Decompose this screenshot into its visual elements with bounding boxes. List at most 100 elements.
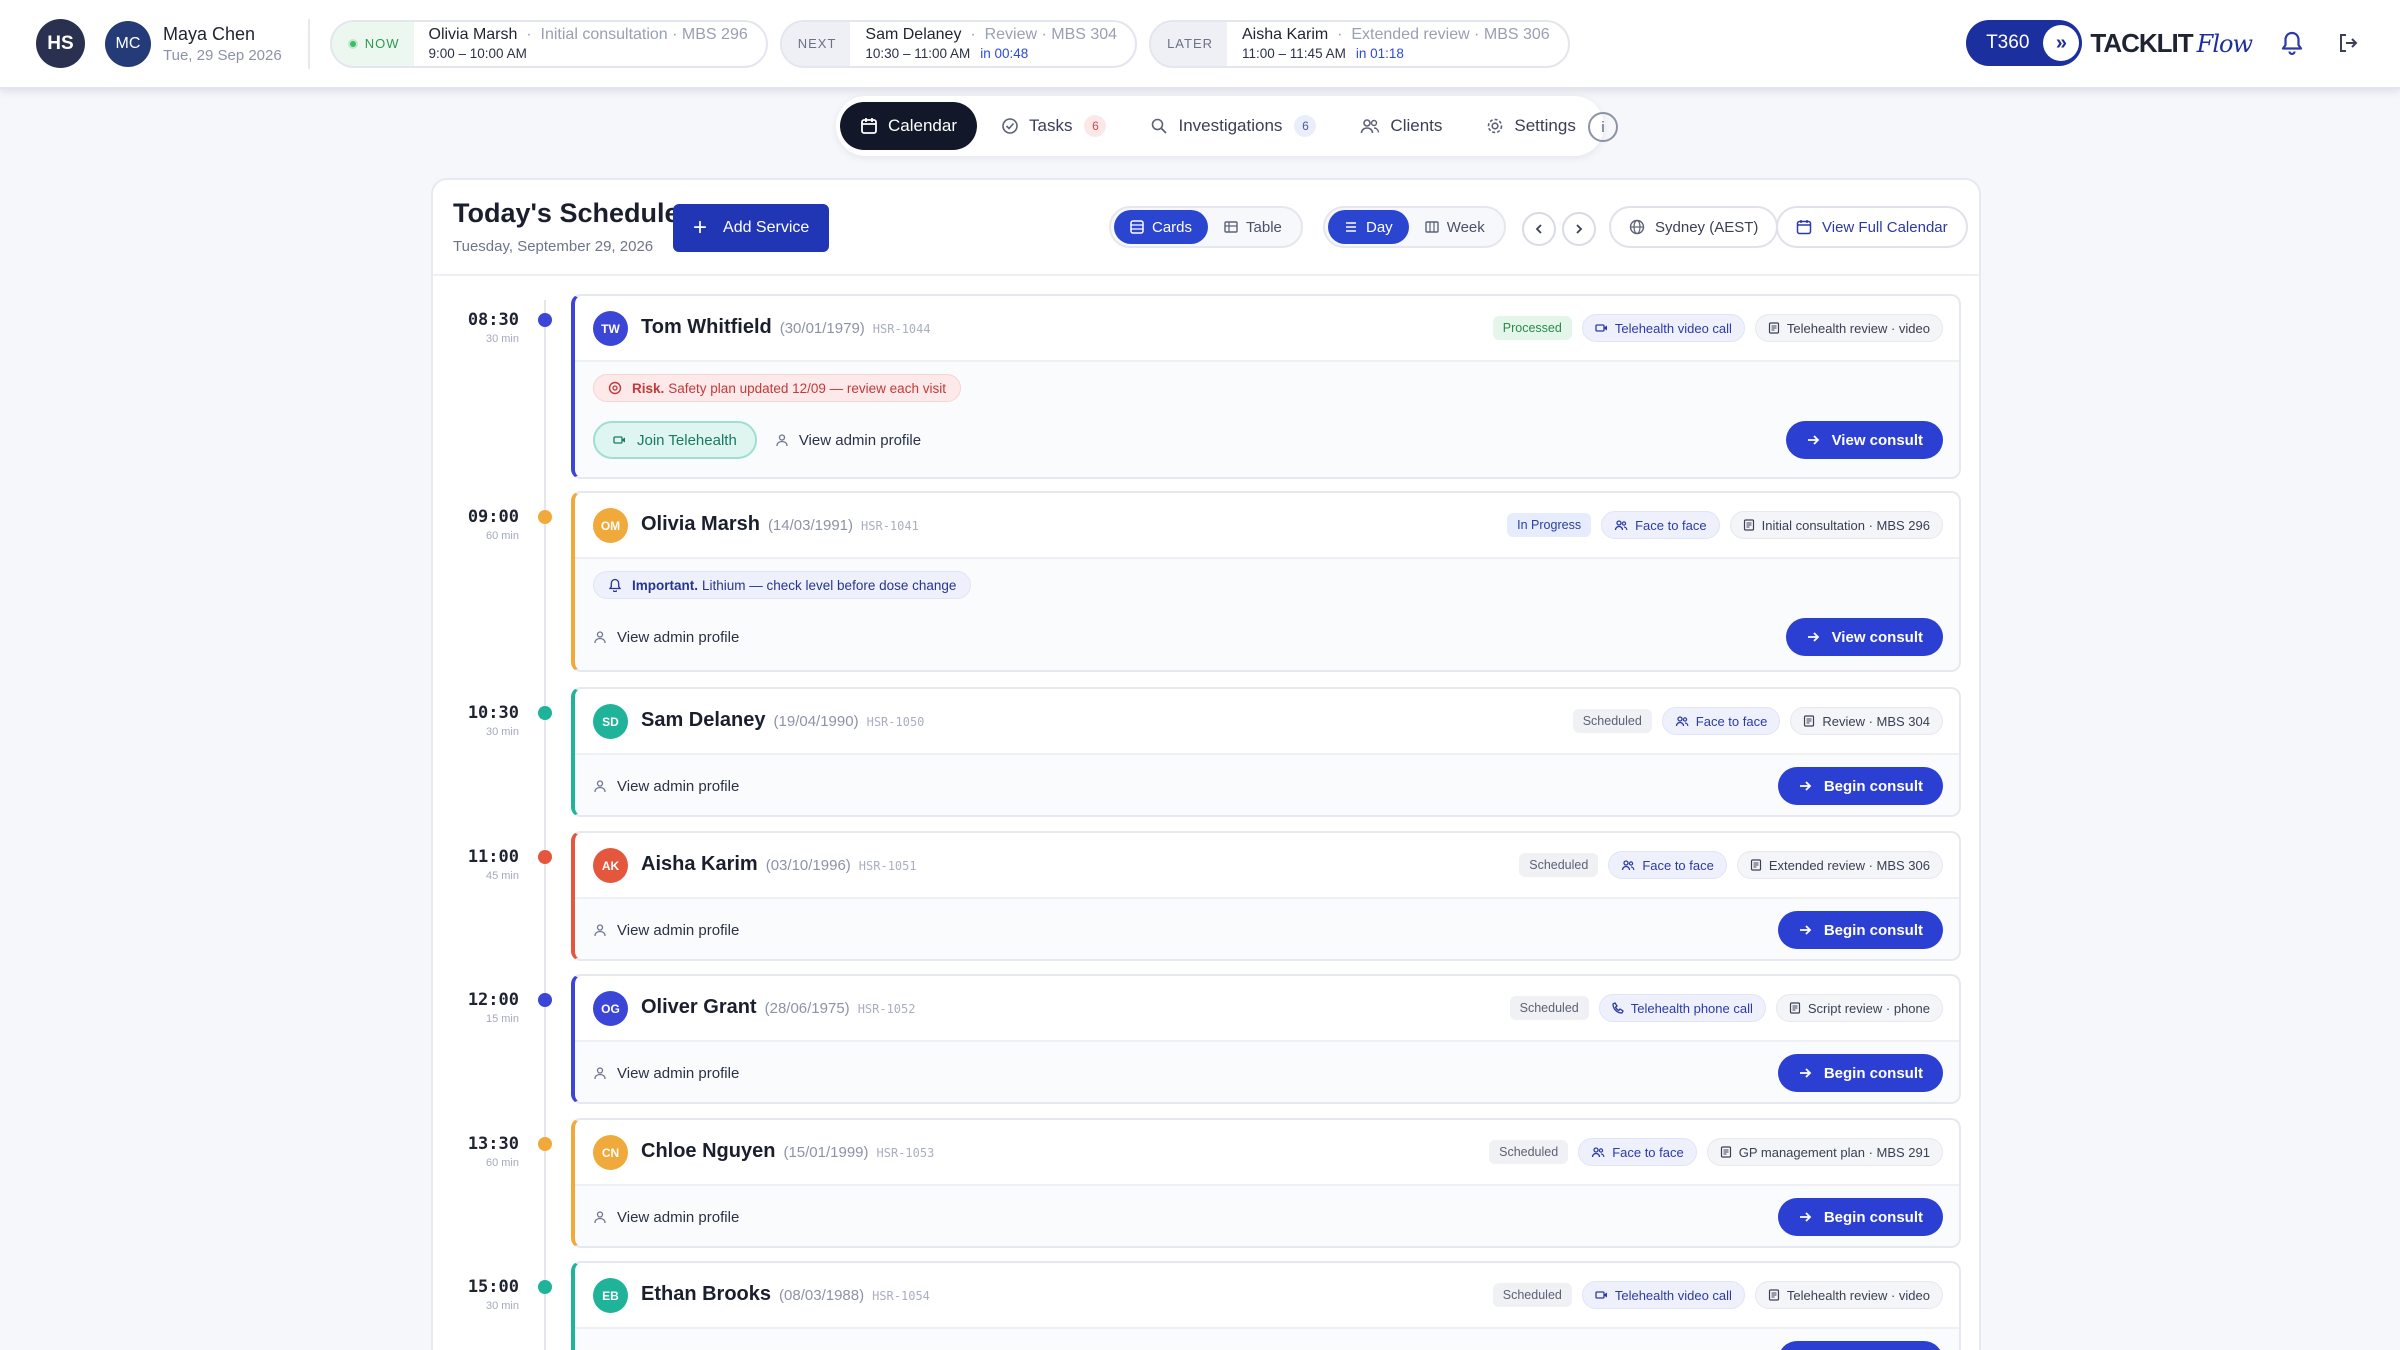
now-appointment-pill[interactable]: NOW Olivia Marsh · Initial consultation … — [329, 19, 768, 68]
add-service-button[interactable]: + Add Service — [673, 204, 830, 252]
range-toggle: Day Week — [1323, 206, 1506, 248]
mode-chip: Face to face — [1601, 511, 1720, 539]
tab-investigations[interactable]: Investigations 6 — [1130, 102, 1336, 150]
bell-icon — [608, 578, 622, 592]
view-consult-button[interactable]: View consult — [1785, 421, 1943, 459]
range-day-button[interactable]: Day — [1328, 210, 1409, 244]
calendar-icon — [1796, 220, 1812, 235]
next-name: Sam Delaney — [865, 25, 962, 43]
document-icon — [1720, 1146, 1731, 1158]
appointment-card[interactable]: OM Olivia Marsh (14/03/1991) HSR-1041 In Pro… — [571, 491, 1961, 672]
now-service: Initial consultation · MBS 296 — [540, 25, 748, 43]
logout-icon[interactable] — [2332, 27, 2364, 59]
card-header: TW Tom Whitfield (30/01/1979) HSR-1044 Proce… — [575, 296, 1959, 362]
document-icon — [1768, 322, 1780, 334]
slot-duration: 60 min — [485, 530, 519, 542]
people-icon — [1675, 716, 1689, 727]
begin-consult-button[interactable]: Begin consult — [1777, 1198, 1943, 1236]
view-admin-profile-link[interactable]: View admin profile — [593, 1209, 739, 1226]
t360-switch[interactable]: T360 » — [1966, 20, 2083, 66]
tab-investigations-label: Investigations — [1178, 116, 1283, 135]
calendar-icon — [861, 118, 877, 134]
client-avatar: OM — [593, 508, 628, 543]
begin-consult-button[interactable]: Begin consult — [1777, 767, 1943, 805]
slot-start: 10:30 — [467, 703, 519, 723]
appointment-card[interactable]: EB Ethan Brooks (08/03/1988) HSR-1054 Schedu… — [571, 1261, 1961, 1350]
status-badge: Scheduled — [1492, 1283, 1572, 1307]
video-icon — [1595, 1291, 1607, 1299]
appointment-card[interactable]: AK Aisha Karim (03/10/1996) HSR-1051 Schedul… — [571, 831, 1961, 961]
view-admin-profile-link[interactable]: View admin profile — [593, 1065, 739, 1082]
tab-clients[interactable]: Clients — [1340, 102, 1462, 150]
service-type-chip: Review · MBS 304 — [1790, 707, 1943, 735]
schedule-panel: Today's Schedule Tuesday, September 29, … — [431, 178, 1981, 1350]
view-admin-profile-link[interactable]: View admin profile — [593, 778, 739, 795]
slot-start: 08:30 — [467, 310, 519, 330]
appointment-card[interactable]: OG Oliver Grant (28/06/1975) HSR-1052 Schedu… — [571, 974, 1961, 1104]
card-actions: Join Telehealth View admin profile View co… — [593, 420, 1943, 460]
slot-start: 11:00 — [467, 847, 519, 867]
slot-start: 13:30 — [467, 1134, 519, 1154]
timeline-dot — [538, 706, 552, 720]
card-header: AK Aisha Karim (03/10/1996) HSR-1051 Schedul… — [575, 833, 1959, 899]
client-name[interactable]: Aisha Karim — [641, 853, 758, 875]
cards-icon — [1130, 220, 1144, 234]
client-name[interactable]: Olivia Marsh — [641, 513, 760, 535]
video-icon — [1595, 324, 1607, 332]
user-icon — [594, 1211, 606, 1224]
card-body: Risk. Safety plan updated 12/09 — review … — [575, 362, 1959, 477]
practice-avatar[interactable]: HS — [36, 19, 85, 68]
next-service: Review · MBS 304 — [984, 25, 1118, 43]
view-admin-profile-link[interactable]: View admin profile — [593, 629, 739, 646]
user-avatar[interactable]: MC — [105, 20, 151, 67]
client-hsr: HSR-1052 — [857, 1002, 916, 1016]
appointment-card[interactable]: CN Chloe Nguyen (15/01/1999) HSR-1053 Schedu… — [571, 1118, 1961, 1248]
tab-calendar[interactable]: Calendar — [840, 102, 977, 150]
begin-consult-button[interactable]: Begin consult — [1777, 911, 1943, 949]
view-consult-button[interactable]: View consult — [1785, 618, 1943, 656]
client-name[interactable]: Sam Delaney — [641, 709, 766, 731]
client-avatar: CN — [593, 1135, 628, 1170]
client-name[interactable]: Ethan Brooks — [641, 1283, 771, 1305]
appointment-card[interactable]: SD Sam Delaney (19/04/1990) HSR-1050 Schedul… — [571, 687, 1961, 817]
tab-tasks[interactable]: Tasks 6 — [981, 102, 1126, 150]
card-header: SD Sam Delaney (19/04/1990) HSR-1050 Schedul… — [575, 689, 1959, 755]
info-icon[interactable]: i — [1588, 112, 1618, 142]
begin-consult-button[interactable]: Begin consult — [1777, 1341, 1943, 1350]
client-dob: (28/06/1975) — [764, 1000, 850, 1017]
client-name[interactable]: Tom Whitfield — [641, 316, 772, 338]
next-day-button[interactable] — [1562, 212, 1596, 246]
card-body: View admin profile Begin consult — [575, 755, 1959, 815]
later-appointment-pill[interactable]: LATER Aisha Karim · Extended review · MB… — [1149, 19, 1570, 68]
begin-consult-button[interactable]: Begin consult — [1777, 1054, 1943, 1092]
columns-icon — [1424, 221, 1439, 233]
tab-tasks-label: Tasks — [1029, 116, 1073, 135]
view-admin-profile-link[interactable]: View admin profile — [775, 432, 921, 449]
arrow-right-icon — [1799, 1068, 1812, 1078]
client-hsr: HSR-1050 — [866, 715, 925, 729]
next-appointment-pill[interactable]: NEXT Sam Delaney · Review · MBS 304 10:3… — [779, 19, 1138, 68]
client-name[interactable]: Oliver Grant — [641, 996, 757, 1018]
view-full-calendar-button[interactable]: View Full Calendar — [1776, 206, 1968, 248]
client-dob: (08/03/1988) — [779, 1287, 865, 1304]
view-cards-button[interactable]: Cards — [1114, 210, 1209, 244]
slot-time: 09:00 60 min — [453, 507, 519, 542]
client-name[interactable]: Chloe Nguyen — [641, 1140, 775, 1162]
client-dob: (03/10/1996) — [765, 857, 851, 874]
client-dob: (14/03/1991) — [767, 517, 854, 534]
status-badge: In Progress — [1507, 513, 1592, 537]
view-admin-profile-link[interactable]: View admin profile — [593, 922, 739, 939]
view-table-button[interactable]: Table — [1208, 210, 1298, 244]
document-icon — [1750, 859, 1761, 871]
appointment-card[interactable]: TW Tom Whitfield (30/01/1979) HSR-1044 Proce… — [571, 294, 1961, 479]
prev-day-button[interactable] — [1522, 212, 1556, 246]
join-telehealth-button[interactable]: Join Telehealth — [593, 421, 757, 459]
range-week-button[interactable]: Week — [1409, 210, 1501, 244]
check-circle-icon — [1002, 118, 1018, 134]
timezone-button[interactable]: Sydney (AEST) — [1609, 206, 1779, 248]
bell-icon[interactable] — [2276, 27, 2308, 59]
tab-settings[interactable]: Settings — [1466, 102, 1595, 150]
user-icon — [594, 631, 606, 644]
plus-icon: + — [693, 214, 708, 241]
client-dob: (15/01/1999) — [783, 1144, 869, 1161]
